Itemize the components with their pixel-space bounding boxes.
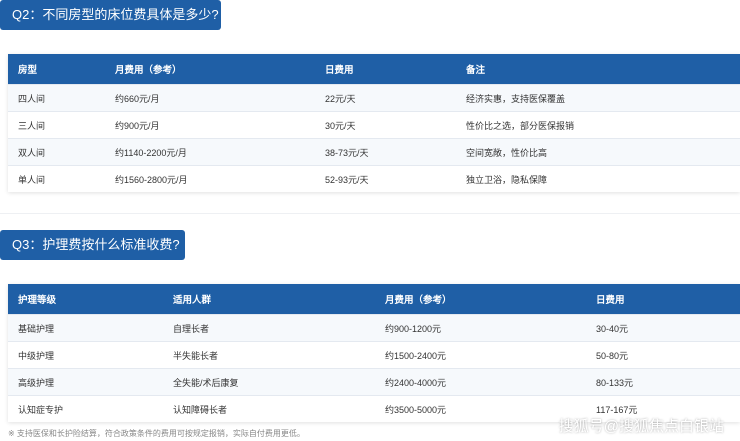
header-target-group: 适用人群 xyxy=(163,284,375,315)
table-row: 中级护理 半失能长者 约1500-2400元 50-80元 xyxy=(8,341,740,369)
cell-monthly-fee: 约3500-5000元 xyxy=(375,395,586,422)
room-fee-table: 房型 月费用（参考） 日费用 备注 四人间 约660元/月 22元/天 经济实惠… xyxy=(8,54,740,192)
cell-target-group: 半失能长者 xyxy=(163,341,375,369)
header-remark: 备注 xyxy=(456,54,740,85)
cell-room-type: 单人间 xyxy=(8,165,105,192)
cell-daily-fee: 80-133元 xyxy=(586,368,740,396)
cell-monthly-fee: 约1560-2800元/月 xyxy=(105,165,315,192)
section-divider xyxy=(0,213,740,214)
cell-monthly-fee: 约900-1200元 xyxy=(375,314,586,342)
header-monthly-fee: 月费用（参考） xyxy=(375,284,586,315)
cell-daily-fee: 30-40元 xyxy=(586,314,740,342)
q2-title: Q2：不同房型的床位费具体是多少? xyxy=(0,0,221,30)
cell-room-type: 双人间 xyxy=(8,138,105,166)
cell-remark: 独立卫浴，隐私保障 xyxy=(456,165,740,192)
cell-daily-fee: 22元/天 xyxy=(315,84,456,112)
table-row: 三人间 约900元/月 30元/天 性价比之选，部分医保报销 xyxy=(8,111,740,139)
table-row: 四人间 约660元/月 22元/天 经济实惠，支持医保覆盖 xyxy=(8,84,740,112)
cell-monthly-fee: 约660元/月 xyxy=(105,84,315,112)
table-header-row: 房型 月费用（参考） 日费用 备注 xyxy=(8,54,740,85)
cell-target-group: 全失能/术后康复 xyxy=(163,368,375,396)
table-row: 单人间 约1560-2800元/月 52-93元/天 独立卫浴，隐私保障 xyxy=(8,165,740,192)
header-care-level: 护理等级 xyxy=(8,284,163,315)
table-row: 基础护理 自理长者 约900-1200元 30-40元 xyxy=(8,314,740,342)
footnote: ※ 支持医保和长护险结算，符合政策条件的费用可按规定报销，实际自付费用更低。 xyxy=(8,429,305,438)
q3-title: Q3：护理费按什么标准收费? xyxy=(0,230,185,260)
cell-daily-fee: 30元/天 xyxy=(315,111,456,139)
table-header-row: 护理等级 适用人群 月费用（参考） 日费用 xyxy=(8,284,740,315)
cell-daily-fee: 52-93元/天 xyxy=(315,165,456,192)
watermark: 搜狐号@搜狐焦点白银站 xyxy=(558,418,724,435)
table-row: 双人间 约1140-2200元/月 38-73元/天 空间宽敞，性价比高 xyxy=(8,138,740,166)
cell-room-type: 四人间 xyxy=(8,84,105,112)
cell-daily-fee: 50-80元 xyxy=(586,341,740,369)
cell-monthly-fee: 约1500-2400元 xyxy=(375,341,586,369)
cell-care-level: 认知症专护 xyxy=(8,395,163,422)
cell-remark: 性价比之选，部分医保报销 xyxy=(456,111,740,139)
header-daily-fee: 日费用 xyxy=(586,284,740,315)
cell-daily-fee: 38-73元/天 xyxy=(315,138,456,166)
nursing-fee-table: 护理等级 适用人群 月费用（参考） 日费用 基础护理 自理长者 约900-120… xyxy=(8,284,740,422)
cell-monthly-fee: 约900元/月 xyxy=(105,111,315,139)
header-room-type: 房型 xyxy=(8,54,105,85)
cell-care-level: 中级护理 xyxy=(8,341,163,369)
cell-target-group: 自理长者 xyxy=(163,314,375,342)
cell-remark: 空间宽敞，性价比高 xyxy=(456,138,740,166)
cell-room-type: 三人间 xyxy=(8,111,105,139)
cell-remark: 经济实惠，支持医保覆盖 xyxy=(456,84,740,112)
cell-monthly-fee: 约1140-2200元/月 xyxy=(105,138,315,166)
table-row: 高级护理 全失能/术后康复 约2400-4000元 80-133元 xyxy=(8,368,740,396)
cell-care-level: 基础护理 xyxy=(8,314,163,342)
header-daily-fee: 日费用 xyxy=(315,54,456,85)
cell-target-group: 认知障碍长者 xyxy=(163,395,375,422)
header-monthly-fee: 月费用（参考） xyxy=(105,54,315,85)
cell-care-level: 高级护理 xyxy=(8,368,163,396)
cell-monthly-fee: 约2400-4000元 xyxy=(375,368,586,396)
